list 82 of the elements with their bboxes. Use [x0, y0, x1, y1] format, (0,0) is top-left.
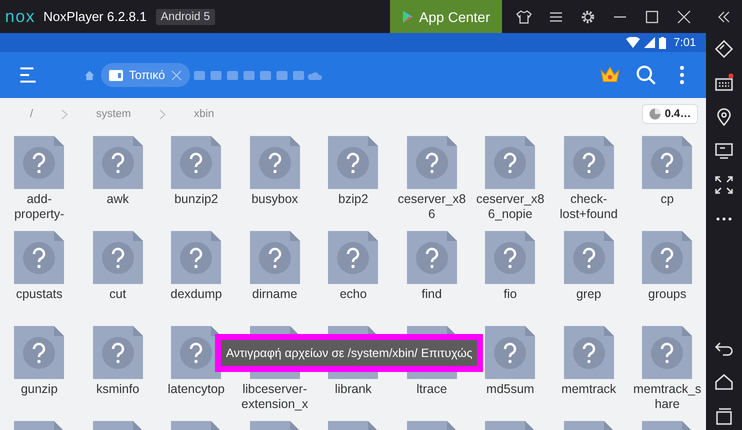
wifi-icon [626, 37, 640, 48]
file-name: latencytop [166, 382, 226, 397]
shirt-icon[interactable] [516, 8, 532, 24]
unknown-file-icon[interactable] [406, 231, 457, 284]
file-name: libceserver-extension_x [240, 382, 310, 412]
recent-apps-icon[interactable] [714, 406, 734, 426]
file-name: busybox [250, 192, 300, 207]
unknown-file-icon[interactable] [92, 136, 143, 189]
keyboard-icon[interactable] [714, 73, 734, 93]
file-name: grep [575, 287, 602, 302]
file-name: gunzip [20, 382, 59, 397]
unknown-file-icon[interactable] [14, 326, 64, 379]
file-name: bunzip2 [173, 192, 220, 207]
file-name: ceserver_x86 [396, 192, 467, 222]
app-center-button[interactable]: App Center [390, 0, 502, 33]
unknown-file-icon[interactable] [564, 136, 614, 189]
file-name: librank [334, 382, 373, 397]
file-name: check-lost+found [558, 192, 619, 222]
copy-toast: Αντιγραφή αρχείων σε /system/xbin/ Επιτυχώς [215, 334, 484, 372]
clock: 7:01 [674, 36, 696, 48]
file-name: echo [338, 287, 368, 302]
version-badge: Android 5 [156, 8, 215, 24]
file-name: md5sum [485, 382, 536, 397]
collapse-icon[interactable] [716, 8, 732, 24]
pie-chart-icon [648, 108, 661, 120]
unknown-file-icon[interactable] [485, 231, 536, 284]
breadcrumb-item[interactable]: xbin [194, 108, 214, 120]
file-name: fio [502, 287, 518, 302]
file-name: ceserver_x86_nopie [475, 192, 546, 222]
unknown-file-icon[interactable] [14, 231, 64, 284]
unknown-file-icon[interactable] [642, 136, 692, 189]
storage-chip[interactable]: 0.4… [642, 104, 698, 124]
file-name: ksminfo [95, 382, 140, 397]
file-name: memtrack_share [632, 382, 702, 412]
battery-icon [658, 36, 666, 48]
unknown-file-icon[interactable] [564, 231, 614, 284]
unknown-file-icon[interactable] [14, 136, 64, 189]
unknown-file-icon[interactable] [485, 326, 536, 379]
unknown-file-icon[interactable] [250, 231, 300, 284]
search-icon[interactable] [635, 64, 657, 86]
drive-icon [109, 70, 123, 80]
unknown-file-icon[interactable] [406, 136, 457, 189]
unknown-file-icon[interactable] [92, 326, 143, 379]
location-tab[interactable]: Τοπικό [101, 63, 190, 87]
unknown-file-icon[interactable] [328, 136, 378, 189]
unknown-file-icon[interactable] [92, 231, 143, 284]
signal-icon [644, 37, 655, 48]
close-icon[interactable] [676, 8, 692, 24]
file-name: cut [108, 287, 128, 302]
unknown-file-icon[interactable] [485, 136, 536, 189]
unknown-file-icon[interactable] [171, 326, 222, 379]
unknown-file-icon[interactable] [171, 231, 222, 284]
unknown-file-icon[interactable] [564, 326, 614, 379]
play-store-icon [402, 10, 414, 24]
unknown-file-icon[interactable] [171, 136, 222, 189]
unknown-file-icon[interactable] [250, 136, 300, 189]
file-name: cpustats [14, 287, 64, 302]
file-name: groups [647, 287, 688, 302]
file-name: memtrack [560, 382, 618, 397]
file-name: add-property- [13, 192, 66, 222]
window-title: NoxPlayer 6.2.8.1 [43, 9, 147, 24]
file-name: find [420, 287, 443, 302]
chevron-icon [158, 108, 166, 120]
file-name: dexdump [170, 287, 223, 302]
file-name: ltrace [415, 382, 448, 397]
nox-logo: nox [5, 6, 36, 26]
chevron-icon [61, 108, 68, 120]
breadcrumb-item[interactable]: system [96, 108, 131, 120]
maximize-icon[interactable] [644, 8, 660, 24]
file-name: awk [106, 192, 130, 207]
unknown-file-icon[interactable] [642, 326, 692, 379]
home-icon[interactable] [714, 372, 734, 392]
settings-icon[interactable] [580, 8, 596, 24]
unknown-file-icon[interactable] [328, 231, 378, 284]
file-name: bzip2 [337, 192, 370, 207]
file-name: cp [660, 192, 675, 207]
file-name: dirname [251, 287, 298, 302]
screen-icon[interactable] [714, 141, 734, 161]
breadcrumb-item[interactable]: / [30, 108, 34, 120]
rotate-icon[interactable] [714, 39, 734, 59]
fullscreen-icon[interactable] [714, 175, 734, 195]
unknown-file-icon[interactable] [642, 231, 692, 284]
